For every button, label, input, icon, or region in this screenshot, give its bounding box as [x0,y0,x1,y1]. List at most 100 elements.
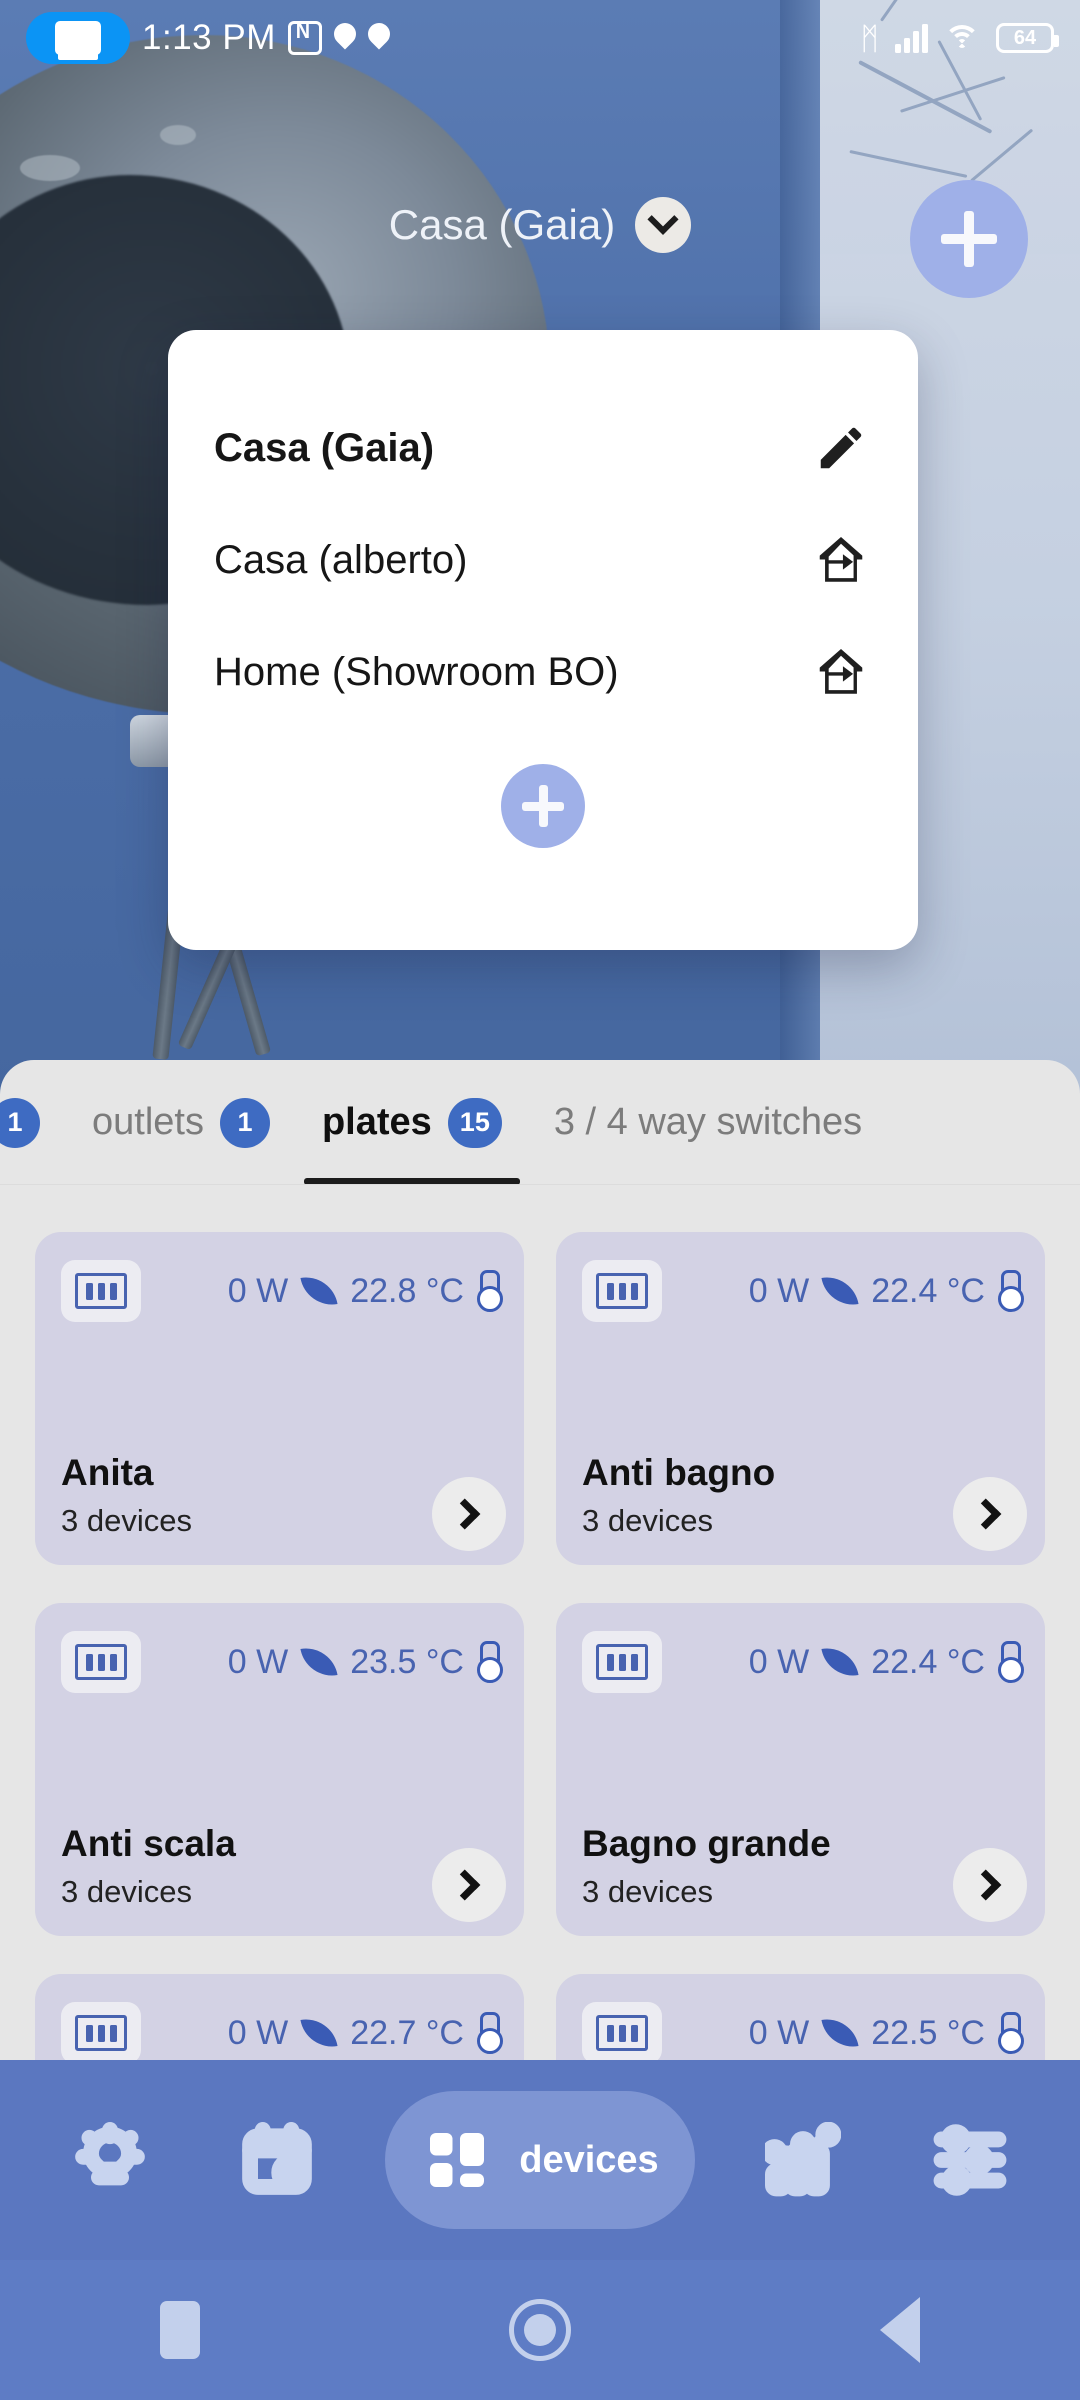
room-card-footer: Anti bagno 3 devices [582,1452,1019,1539]
nav-item-settings[interactable] [910,2100,1030,2220]
tabs-divider [0,1184,1080,1185]
chevron-right-icon[interactable] [432,1477,506,1551]
power-value: 0 W [227,2013,289,2052]
dialog-add-row [214,764,872,848]
tab-plates[interactable]: plates 15 [296,1060,528,1185]
nav-item-schedule[interactable] [217,2100,337,2220]
enter-house-icon[interactable] [810,641,872,703]
leaf-eco-icon [300,2014,338,2052]
room-card[interactable]: 0 W 23.5 °C Anti scala 3 devices [35,1603,524,1936]
location-pin-icon [334,23,356,53]
devices-grid-icon [430,2133,485,2187]
home-row-active[interactable]: Casa (Gaia) [214,392,872,504]
android-system-nav[interactable] [0,2260,1080,2400]
room-card-metrics: 0 W 22.5 °C [748,2012,1024,2054]
room-card-header: 0 W 22.7 °C [61,2002,503,2064]
tab-label: outlets [92,1101,204,1143]
tab-outlets[interactable]: outlets 1 [66,1060,296,1185]
room-name: Anita [61,1452,154,1494]
nav-item-statistics[interactable] [743,2100,863,2220]
scenes-light-icon [74,2122,145,2186]
temperature-value: 22.5 °C [871,2013,985,2052]
room-card-footer: Bagno grande 3 devices [582,1823,1019,1910]
battery-level-text: 64 [1013,26,1037,49]
power-value: 0 W [748,1642,810,1681]
thermometer-icon [476,1641,503,1683]
bottom-navigation-bar[interactable]: devices [0,2060,1080,2260]
leaf-eco-icon [821,2014,859,2052]
status-bar-right: ᛗ 64 [860,23,1059,54]
room-card-metrics: 0 W 22.8 °C [227,1270,503,1312]
enter-house-icon[interactable] [810,529,872,591]
room-card[interactable]: 0 W 22.4 °C Bagno grande 3 devices [556,1603,1045,1936]
thermometer-icon [997,1641,1024,1683]
plus-icon [941,211,997,267]
tab-label: plates [321,1101,432,1143]
home-row[interactable]: Home (Showroom BO) [214,616,872,728]
homes-dialog: Casa (Gaia) Casa (alberto) Home (Showroo… [168,330,918,950]
schedule-calendar-clock-icon [242,2122,313,2195]
room-card-metrics: 0 W 23.5 °C [227,1641,503,1683]
status-bar: 1:13 PM ᛗ 64 [0,0,1080,76]
room-card[interactable]: 0 W 22.8 °C Anita 3 devices [35,1232,524,1565]
leaf-eco-icon [821,1643,859,1681]
room-card-metrics: 0 W 22.7 °C [227,2012,503,2054]
power-value: 0 W [227,1271,289,1310]
pencil-edit-icon[interactable] [810,417,872,479]
room-card-header: 0 W 22.8 °C [61,1260,503,1322]
power-value: 0 W [227,1642,289,1681]
location-pin-icon [368,23,390,53]
chevron-right-icon[interactable] [953,1477,1027,1551]
room-card[interactable]: 0 W 22.4 °C Anti bagno 3 devices [556,1232,1045,1565]
temperature-value: 22.7 °C [350,2013,464,2052]
thermometer-icon [997,1270,1024,1312]
cellular-signal-icon [895,23,928,53]
chevron-down-icon[interactable] [635,197,692,253]
thermometer-icon [997,2012,1024,2054]
leaf-eco-icon [300,1643,338,1681]
temperature-value: 22.4 °C [871,1271,985,1310]
tab-3-4-way-switches[interactable]: 3 / 4 way switches [528,1060,888,1185]
home-row[interactable]: Casa (alberto) [214,504,872,616]
back-triangle-icon[interactable] [840,2270,960,2390]
tab-badge: 1 [219,1097,270,1148]
power-value: 0 W [748,1271,810,1310]
plate-icon [61,1631,141,1693]
statistics-chart-icon [764,2122,841,2197]
home-circle-icon[interactable] [480,2270,600,2390]
nav-item-devices[interactable]: devices [384,2091,695,2229]
room-card-header: 0 W 23.5 °C [61,1631,503,1693]
recents-square-icon[interactable] [120,2270,240,2390]
add-button[interactable] [910,180,1028,298]
app-screen: 1:13 PM ᛗ 64 Casa (Gaia) Casa [0,0,1080,2400]
room-card-footer: Anita 3 devices [61,1452,498,1539]
chevron-right-icon[interactable] [432,1848,506,1922]
room-card-header: 0 W 22.4 °C [582,1631,1024,1693]
wifi-icon [944,25,980,51]
plate-icon [582,1631,662,1693]
room-card-metrics: 0 W 22.4 °C [748,1641,1024,1683]
tab-previous-clipped[interactable]: 1 [0,1060,66,1185]
add-home-button[interactable] [501,764,585,848]
plate-icon [61,1260,141,1322]
thermometer-icon [476,2012,503,2054]
tab-badge: 15 [447,1097,502,1148]
room-card-metrics: 0 W 22.4 °C [748,1270,1024,1312]
temperature-value: 23.5 °C [350,1642,464,1681]
chevron-right-icon[interactable] [953,1848,1027,1922]
plate-icon [582,1260,662,1322]
nav-item-scenes[interactable] [50,2100,170,2220]
temperature-value: 22.8 °C [350,1271,464,1310]
room-name: Anti bagno [582,1452,776,1494]
room-card-footer: Anti scala 3 devices [61,1823,498,1910]
home-row-label: Home (Showroom BO) [214,649,619,694]
home-row-label: Casa (alberto) [214,537,468,582]
room-name: Bagno grande [582,1823,831,1865]
leaf-eco-icon [300,1272,338,1310]
screen-cast-icon [26,12,130,64]
power-value: 0 W [748,2013,810,2052]
room-name: Anti scala [61,1823,236,1865]
nav-item-label: devices [519,2138,659,2181]
device-type-tabs[interactable]: 1 outlets 1 plates 15 3 / 4 way switches [0,1060,1080,1185]
plate-icon [582,2002,662,2064]
